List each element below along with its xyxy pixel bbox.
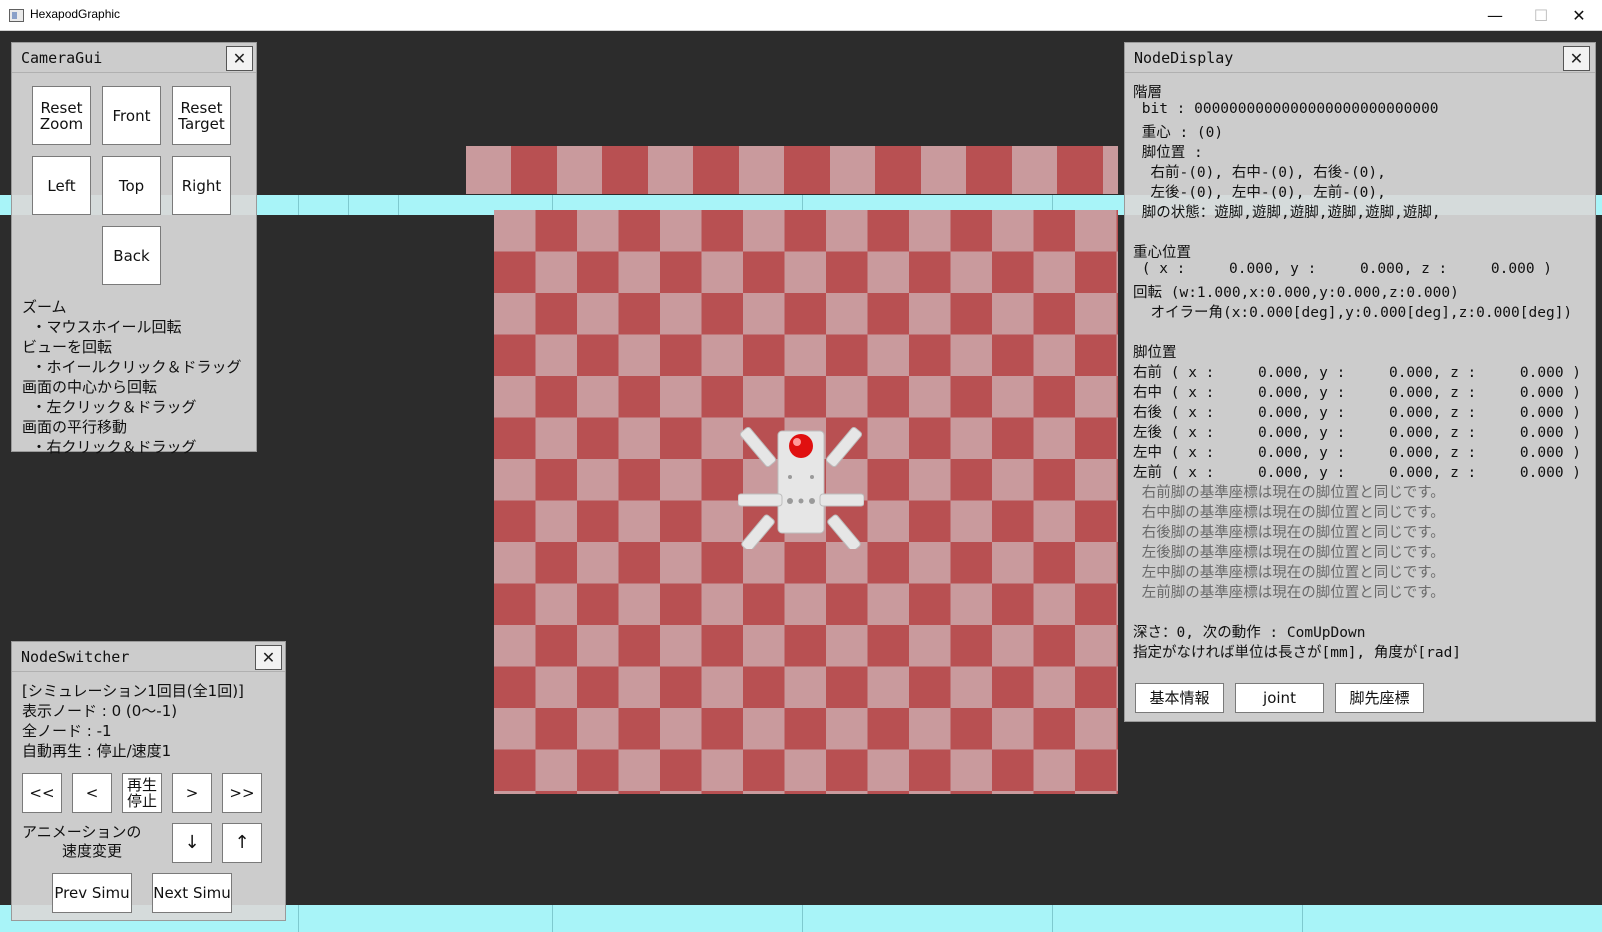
leg-right-rear bbox=[827, 514, 861, 552]
first-node-button[interactable]: << bbox=[22, 773, 62, 813]
prev-node-button[interactable]: < bbox=[72, 773, 112, 813]
checker-back-edge bbox=[466, 146, 1118, 194]
node-switcher-close-button[interactable]: ✕ bbox=[255, 645, 282, 670]
top-view-button[interactable]: Top bbox=[102, 156, 161, 215]
window-title-bar: HexapodGraphic — ☐ ✕ bbox=[0, 0, 1602, 31]
total-node-text: 全ノード : -1 bbox=[22, 722, 112, 740]
camera-help-line: ビューを回転 bbox=[22, 338, 113, 356]
speed-label-line2: 速度変更 bbox=[62, 842, 123, 860]
node-info-line: 脚位置 : bbox=[1133, 145, 1203, 161]
node-info-line: 脚の状態：遊脚,遊脚,遊脚,遊脚,遊脚,遊脚, bbox=[1133, 205, 1441, 221]
reference-coordinate-note: 右中脚の基準座標は現在の脚位置と同じです。 bbox=[1133, 505, 1445, 521]
node-info-line: ( x : 0.000, y : 0.000, z : 0.000 ) bbox=[1133, 261, 1553, 277]
center-of-mass-marker bbox=[789, 434, 813, 458]
leg-right-front bbox=[825, 427, 863, 467]
node-info-line: 脚位置 bbox=[1133, 345, 1177, 361]
node-info-line: 重心 : (0) bbox=[1133, 125, 1224, 141]
minimize-button[interactable]: — bbox=[1472, 0, 1518, 31]
node-info-line: 回転 (w:1.000,x:0.000,y:0.000,z:0.000) bbox=[1133, 285, 1459, 301]
play-stop-button[interactable]: 再生 停止 bbox=[122, 773, 162, 813]
camera-help-line: ・右クリック＆ドラッグ bbox=[22, 438, 197, 456]
camera-gui-title-bar[interactable]: CameraGui ✕ bbox=[12, 43, 256, 73]
node-info-line: 右後 ( x : 0.000, y : 0.000, z : 0.000 ) bbox=[1133, 405, 1582, 421]
camera-gui-title: CameraGui bbox=[21, 49, 103, 67]
node-display-panel: NodeDisplay ✕ 階層 bit : 00000000000000000… bbox=[1124, 42, 1596, 722]
next-simu-button[interactable]: Next Simu bbox=[152, 873, 232, 913]
next-node-button[interactable]: > bbox=[172, 773, 212, 813]
tab-foot-coordinates[interactable]: 脚先座標 bbox=[1335, 683, 1424, 713]
node-info-line: 右前-(0), 右中-(0), 右後-(0), bbox=[1133, 165, 1386, 181]
close-window-button[interactable]: ✕ bbox=[1556, 0, 1602, 31]
leg-left-middle bbox=[737, 493, 783, 507]
camera-help-line: ・マウスホイール回転 bbox=[22, 318, 182, 336]
node-info-line: 右前 ( x : 0.000, y : 0.000, z : 0.000 ) bbox=[1133, 365, 1582, 381]
last-node-button[interactable]: >> bbox=[222, 773, 262, 813]
node-display-close-button[interactable]: ✕ bbox=[1563, 46, 1590, 71]
leg-left-front bbox=[739, 427, 777, 467]
tab-basic-info[interactable]: 基本情報 bbox=[1135, 683, 1224, 713]
node-switcher-title: NodeSwitcher bbox=[21, 648, 130, 666]
display-node-text: 表示ノード : 0 (0～-1) bbox=[22, 702, 178, 720]
node-info-line: 左後-(0), 左中-(0), 左前-(0), bbox=[1133, 185, 1386, 201]
camera-help-line: 画面の中心から回転 bbox=[22, 378, 158, 396]
tab-joint[interactable]: joint bbox=[1235, 683, 1324, 713]
auto-play-text: 自動再生 : 停止/速度1 bbox=[22, 742, 172, 760]
unit-note-text: 指定がなければ単位は長さが[mm], 角度が[rad] bbox=[1133, 645, 1462, 661]
speed-label-line1: アニメーションの bbox=[22, 823, 142, 841]
node-display-title-bar[interactable]: NodeDisplay ✕ bbox=[1125, 43, 1595, 73]
left-view-button[interactable]: Left bbox=[32, 156, 91, 215]
camera-help-line: ・左クリック＆ドラッグ bbox=[22, 398, 197, 416]
hexapod-robot bbox=[737, 401, 865, 552]
reference-coordinate-note: 右後脚の基準座標は現在の脚位置と同じです。 bbox=[1133, 525, 1445, 541]
speed-down-button[interactable]: ↓ bbox=[172, 823, 212, 863]
camera-gui-panel: CameraGui ✕ Reset Zoom Front Reset Targe… bbox=[11, 42, 257, 456]
reference-coordinate-note: 左後脚の基準座標は現在の脚位置と同じです。 bbox=[1133, 545, 1445, 561]
camera-help-line: ズーム bbox=[22, 298, 67, 316]
camera-help-line: 画面の平行移動 bbox=[22, 418, 128, 436]
node-switcher-title-bar[interactable]: NodeSwitcher ✕ bbox=[12, 642, 285, 672]
front-view-button[interactable]: Front bbox=[102, 86, 161, 145]
sim-count-text: [シミュレーション1回目(全1回)] bbox=[22, 682, 244, 700]
leg-right-middle bbox=[819, 493, 865, 507]
depth-next-action-text: 深さ：0, 次の動作 : ComUpDown bbox=[1133, 625, 1366, 641]
node-info-line: 右中 ( x : 0.000, y : 0.000, z : 0.000 ) bbox=[1133, 385, 1582, 401]
speed-up-button[interactable]: ↑ bbox=[222, 823, 262, 863]
node-info-line: 左後 ( x : 0.000, y : 0.000, z : 0.000 ) bbox=[1133, 425, 1582, 441]
node-display-title: NodeDisplay bbox=[1134, 49, 1234, 67]
reference-coordinate-note: 左中脚の基準座標は現在の脚位置と同じです。 bbox=[1133, 565, 1445, 581]
app-icon bbox=[9, 9, 24, 22]
reset-target-button[interactable]: Reset Target bbox=[172, 86, 231, 145]
node-info-line: 階層 bbox=[1133, 85, 1162, 101]
prev-simu-button[interactable]: Prev Simu bbox=[52, 873, 132, 913]
node-info-line: オイラー角(x:0.000[deg],y:0.000[deg],z:0.000[… bbox=[1133, 305, 1573, 321]
node-info-line: 左前 ( x : 0.000, y : 0.000, z : 0.000 ) bbox=[1133, 465, 1582, 481]
reset-zoom-button[interactable]: Reset Zoom bbox=[32, 86, 91, 145]
node-switcher-panel: NodeSwitcher ✕ [シミュレーション1回目(全1回)] 表示ノード … bbox=[11, 641, 286, 921]
node-info-line: 重心位置 bbox=[1133, 245, 1191, 261]
reference-coordinate-note: 右前脚の基準座標は現在の脚位置と同じです。 bbox=[1133, 485, 1445, 501]
leg-left-rear bbox=[741, 514, 775, 552]
window-title: HexapodGraphic bbox=[30, 7, 121, 21]
camera-help-line: ・ホイールクリック＆ドラッグ bbox=[22, 358, 242, 376]
camera-gui-close-button[interactable]: ✕ bbox=[226, 46, 253, 71]
reference-coordinate-note: 左前脚の基準座標は現在の脚位置と同じです。 bbox=[1133, 585, 1445, 601]
right-view-button[interactable]: Right bbox=[172, 156, 231, 215]
node-info-line: bit : 0000000000000000000000000000 bbox=[1133, 101, 1439, 117]
back-view-button[interactable]: Back bbox=[102, 226, 161, 285]
node-info-line: 左中 ( x : 0.000, y : 0.000, z : 0.000 ) bbox=[1133, 445, 1582, 461]
